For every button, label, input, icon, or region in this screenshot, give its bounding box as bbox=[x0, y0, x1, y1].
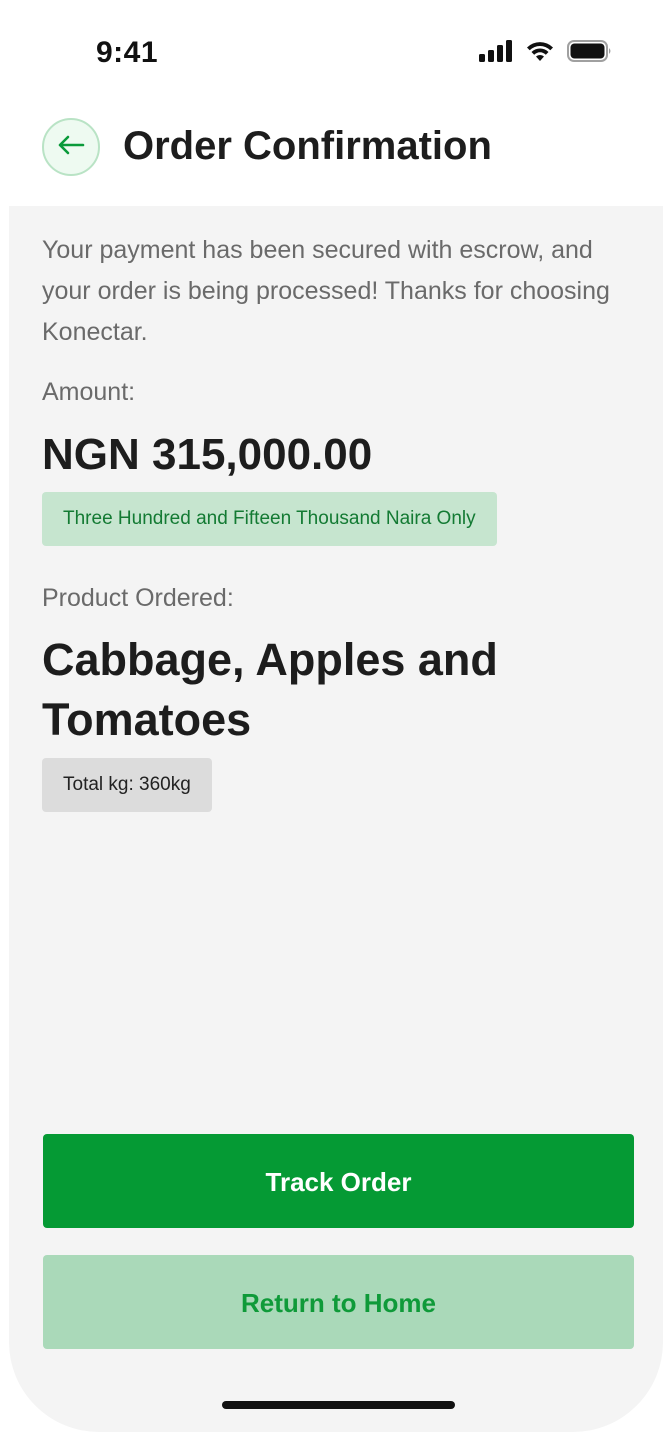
status-bar: 9:41 bbox=[0, 0, 663, 100]
product-name: Cabbage, Apples and Tomatoes bbox=[42, 634, 498, 745]
amount-label: Amount: bbox=[42, 378, 136, 406]
header: Order Confirmation bbox=[0, 100, 663, 206]
status-time: 9:41 bbox=[96, 36, 159, 69]
confirmation-content: Your payment has been secured with escro… bbox=[9, 206, 663, 1432]
status-icons bbox=[479, 40, 613, 67]
return-home-button[interactable]: Return to Home bbox=[43, 1255, 634, 1349]
home-indicator bbox=[222, 1401, 455, 1409]
signal-icon bbox=[479, 40, 513, 67]
amount-value: NGN 315,000.00 bbox=[42, 430, 373, 479]
order-confirmation-screen: 9:41 Order Confirmation Your payment has… bbox=[0, 0, 663, 1432]
battery-icon bbox=[567, 40, 613, 67]
page-title: Order Confirmation bbox=[123, 124, 492, 168]
back-button[interactable] bbox=[42, 118, 100, 176]
arrow-left-icon bbox=[56, 134, 86, 161]
wifi-icon bbox=[525, 40, 555, 67]
confirmation-message: Your payment has been secured with escro… bbox=[42, 236, 610, 346]
product-label: Product Ordered: bbox=[42, 584, 234, 612]
track-order-button[interactable]: Track Order bbox=[43, 1134, 634, 1228]
total-kg-badge: Total kg: 360kg bbox=[42, 758, 212, 812]
amount-in-words-badge: Three Hundred and Fifteen Thousand Naira… bbox=[42, 492, 497, 546]
